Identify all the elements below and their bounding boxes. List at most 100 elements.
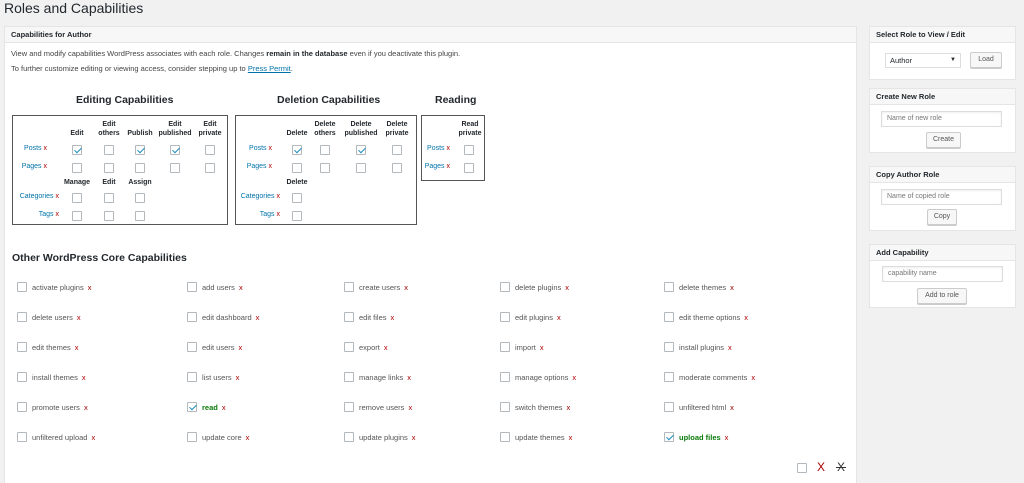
capability-checkbox[interactable] [187,342,197,352]
capability-checkbox[interactable] [344,432,354,442]
capability-checkbox[interactable] [500,432,510,442]
taxonomy-checkbox[interactable] [72,193,82,203]
remove-x-icon[interactable]: x [751,373,755,382]
deletion-checkbox[interactable] [356,145,366,155]
remove-x-icon[interactable]: x [407,373,411,382]
reading-checkbox[interactable] [464,163,474,173]
editing-checkbox[interactable] [170,163,180,173]
capability-checkbox[interactable] [187,372,197,382]
remove-x-icon[interactable]: x [384,343,388,352]
capability-label[interactable]: manage options x [515,373,576,382]
editing-checkbox[interactable] [104,163,114,173]
deletion-row-label[interactable]: Pages x [236,163,272,170]
capability-checkbox[interactable] [664,372,674,382]
taxonomy-checkbox[interactable] [135,193,145,203]
taxonomy-checkbox[interactable] [104,193,114,203]
capability-label[interactable]: export x [359,343,388,352]
taxonomy-checkbox[interactable] [104,211,114,221]
capability-label[interactable]: remove users x [359,403,412,412]
press-permit-link[interactable]: Press Permit [248,64,291,73]
remove-x-icon[interactable]: x [88,283,92,292]
capability-label[interactable]: delete plugins x [515,283,569,292]
remove-x-icon[interactable]: x [269,163,273,170]
remove-x-icon[interactable]: x [256,313,260,322]
deletion-checkbox[interactable] [392,145,402,155]
remove-x-icon[interactable]: x [239,283,243,292]
remove-x-icon[interactable]: x [408,403,412,412]
capability-label[interactable]: edit themes x [32,343,79,352]
capability-checkbox[interactable] [500,312,510,322]
capability-label[interactable]: edit theme options x [679,313,748,322]
editing-checkbox[interactable] [205,145,215,155]
remove-x-icon[interactable]: x [56,193,60,200]
taxonomy-row-label[interactable]: Tags x [13,211,59,218]
add-to-role-button[interactable]: Add to role [917,288,967,304]
remove-x-icon[interactable]: x [447,163,451,170]
remove-x-icon[interactable]: x [91,433,95,442]
remove-x-icon[interactable]: x [236,373,240,382]
capability-checkbox[interactable] [17,432,27,442]
remove-x-icon[interactable]: x [728,343,732,352]
new-role-name-input[interactable]: Name of new role [881,111,1002,127]
capability-label[interactable]: update plugins x [359,433,416,442]
editing-checkbox[interactable] [135,163,145,173]
remove-x-icon[interactable]: x [44,145,48,152]
capability-checkbox[interactable] [500,372,510,382]
remove-x-icon[interactable]: x [391,313,395,322]
taxonomy-checkbox[interactable] [72,211,82,221]
capability-label[interactable]: edit users x [202,343,242,352]
capability-label[interactable]: delete themes x [679,283,734,292]
reading-row-label[interactable]: Posts x [422,145,450,152]
remove-x-icon[interactable]: x [557,313,561,322]
copy-button[interactable]: Copy [927,209,957,225]
deletion-checkbox[interactable] [320,145,330,155]
capability-checkbox[interactable] [500,402,510,412]
capability-checkbox[interactable] [500,342,510,352]
bottom-x-icon[interactable]: X [817,460,825,474]
remove-x-icon[interactable]: x [269,145,273,152]
capability-label[interactable]: edit plugins x [515,313,561,322]
remove-x-icon[interactable]: x [540,343,544,352]
capability-label[interactable]: moderate comments x [679,373,755,382]
remove-x-icon[interactable]: x [730,403,734,412]
bottom-x-strike-icon[interactable]: X [836,460,846,474]
capability-label[interactable]: update core x [202,433,249,442]
capability-label[interactable]: read x [202,403,226,412]
capability-checkbox[interactable] [500,282,510,292]
capability-label[interactable]: edit dashboard x [202,313,259,322]
capability-label[interactable]: promote users x [32,403,88,412]
taxonomy-row-label[interactable]: Categories x [236,193,280,200]
capability-checkbox[interactable] [664,312,674,322]
remove-x-icon[interactable]: x [730,283,734,292]
remove-x-icon[interactable]: x [447,145,451,152]
editing-checkbox[interactable] [72,163,82,173]
capability-checkbox[interactable] [17,402,27,412]
capability-checkbox[interactable] [344,312,354,322]
deletion-checkbox[interactable] [356,163,366,173]
capability-checkbox[interactable] [344,282,354,292]
capability-label[interactable]: switch themes x [515,403,570,412]
capability-checkbox[interactable] [664,432,674,442]
remove-x-icon[interactable]: x [84,403,88,412]
capability-label[interactable]: list users x [202,373,239,382]
capability-label[interactable]: delete users x [32,313,81,322]
capability-label[interactable]: install themes x [32,373,86,382]
deletion-checkbox[interactable] [320,163,330,173]
capability-label[interactable]: activate plugins x [32,283,91,292]
role-select[interactable]: Author ▼ [885,53,961,68]
editing-row-label[interactable]: Posts x [13,145,47,152]
taxonomy-row-label[interactable]: Tags x [236,211,280,218]
remove-x-icon[interactable]: x [744,313,748,322]
editing-checkbox[interactable] [135,145,145,155]
editing-checkbox[interactable] [72,145,82,155]
copied-role-name-input[interactable]: Name of copied role [881,189,1002,205]
deletion-checkbox[interactable] [292,145,302,155]
remove-x-icon[interactable]: x [277,193,281,200]
capability-label[interactable]: import x [515,343,544,352]
remove-x-icon[interactable]: x [412,433,416,442]
editing-checkbox[interactable] [170,145,180,155]
capability-checkbox[interactable] [17,372,27,382]
capability-label[interactable]: upload files x [679,433,728,442]
reading-row-label[interactable]: Pages x [422,163,450,170]
create-button[interactable]: Create [926,132,961,148]
